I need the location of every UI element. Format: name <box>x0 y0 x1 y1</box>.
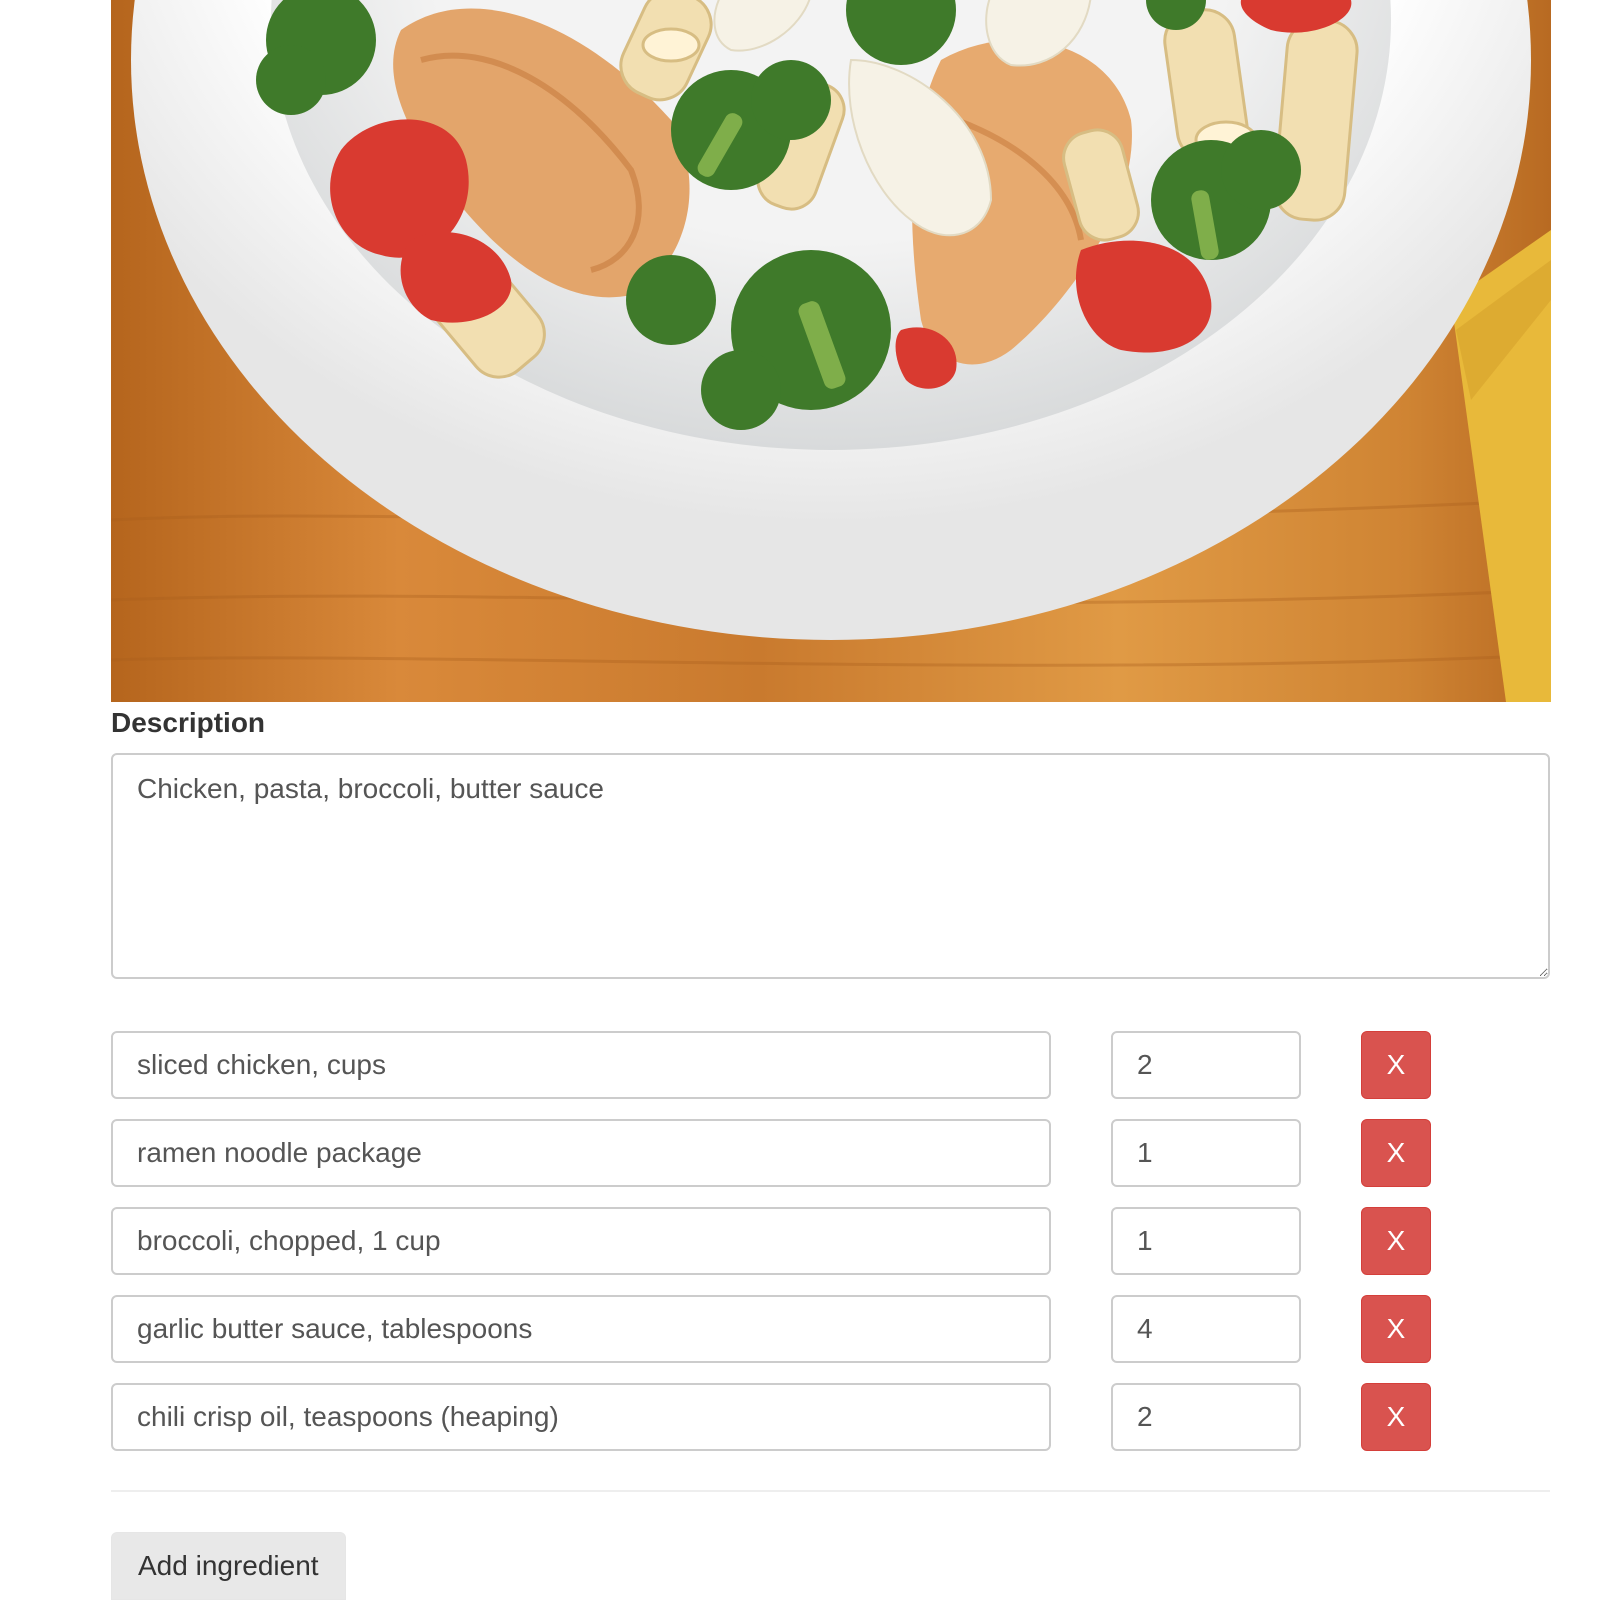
ingredient-name-input[interactable] <box>111 1031 1051 1099</box>
add-ingredient-button[interactable]: Add ingredient <box>111 1532 346 1600</box>
remove-ingredient-button[interactable]: X <box>1361 1383 1431 1451</box>
recipe-edit-page: Description Chicken, pasta, broccoli, bu… <box>0 0 1600 1600</box>
description-label: Description <box>111 707 266 738</box>
ingredient-row: X <box>111 1383 1441 1451</box>
divider <box>111 1490 1550 1492</box>
description-textarea[interactable]: Chicken, pasta, broccoli, butter sauce <box>111 753 1550 979</box>
remove-ingredient-button[interactable]: X <box>1361 1031 1431 1099</box>
ingredient-quantity-input[interactable] <box>1111 1031 1301 1099</box>
ingredient-row: X <box>111 1031 1441 1099</box>
ingredient-quantity-input[interactable] <box>1111 1207 1301 1275</box>
ingredient-name-input[interactable] <box>111 1295 1051 1363</box>
ingredient-name-input[interactable] <box>111 1119 1051 1187</box>
recipe-photo <box>111 0 1551 702</box>
ingredient-row: X <box>111 1119 1441 1187</box>
ingredient-name-input[interactable] <box>111 1383 1051 1451</box>
ingredient-row: X <box>111 1295 1441 1363</box>
remove-ingredient-button[interactable]: X <box>1361 1295 1431 1363</box>
ingredient-row: X <box>111 1207 1441 1275</box>
remove-ingredient-button[interactable]: X <box>1361 1119 1431 1187</box>
remove-ingredient-button[interactable]: X <box>1361 1207 1431 1275</box>
ingredient-name-input[interactable] <box>111 1207 1051 1275</box>
ingredient-quantity-input[interactable] <box>1111 1383 1301 1451</box>
ingredient-quantity-input[interactable] <box>1111 1119 1301 1187</box>
ingredient-quantity-input[interactable] <box>1111 1295 1301 1363</box>
